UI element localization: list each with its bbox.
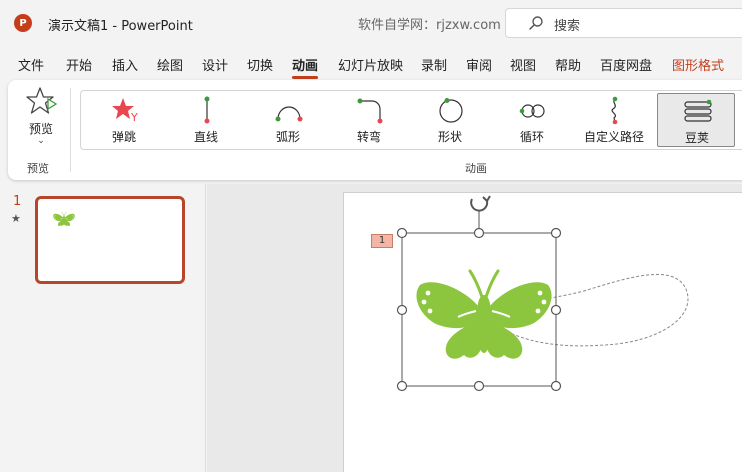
search-box[interactable]: 搜索 bbox=[505, 8, 742, 38]
preview-button[interactable]: 预览 ⌄ bbox=[18, 86, 64, 148]
animation-option-7[interactable]: 自定义路径 bbox=[575, 91, 653, 149]
rotate-handle bbox=[470, 195, 491, 212]
animation-option-5[interactable]: 形状 bbox=[411, 91, 489, 149]
tab-9[interactable]: 录制 bbox=[421, 55, 447, 74]
animation-option-label: 豆荚 bbox=[684, 131, 709, 145]
tab-4[interactable]: 绘图 bbox=[157, 55, 183, 74]
arc-path-icon bbox=[275, 106, 303, 122]
animation-option-label: 自定义路径 bbox=[583, 130, 644, 144]
animation-group-label: 动画 bbox=[465, 162, 487, 175]
tab-14[interactable]: 图形格式 bbox=[672, 55, 724, 74]
tab-10[interactable]: 审阅 bbox=[466, 55, 492, 74]
svg-text:Y: Y bbox=[130, 111, 138, 124]
line-path-icon bbox=[204, 96, 210, 124]
animation-ribbon: 预览 ⌄ 预览 Y 弹跳 直线 弧形 转弯 形状 循环 自定义路径 豆荚 动画 bbox=[8, 80, 742, 180]
animation-option-2[interactable]: 直线 bbox=[167, 91, 245, 149]
tab-12[interactable]: 帮助 bbox=[555, 55, 581, 74]
turn-path-icon bbox=[357, 98, 383, 124]
animation-marker-icon: ★ bbox=[11, 212, 21, 225]
animation-gallery: Y 弹跳 直线 弧形 转弯 形状 循环 自定义路径 豆荚 bbox=[80, 90, 742, 150]
custom-path-icon bbox=[611, 96, 618, 125]
animation-option-label: 转弯 bbox=[356, 130, 381, 144]
slide-editing-canvas: 1 bbox=[207, 184, 742, 472]
ribbon-divider bbox=[70, 88, 71, 172]
tab-2[interactable]: 开始 bbox=[66, 55, 92, 74]
slide-thumbnail-pane: 1 ★ bbox=[0, 184, 206, 472]
preview-star-icon bbox=[26, 87, 58, 114]
animation-option-1[interactable]: Y 弹跳 bbox=[85, 91, 163, 149]
title-bar: P 演示文稿1 - PowerPoint 软件自学网：rjzxw.com 搜索 bbox=[0, 0, 742, 46]
animation-option-label: 弧形 bbox=[275, 130, 300, 144]
tab-1[interactable]: 文件 bbox=[18, 55, 44, 74]
animation-option-label: 直线 bbox=[193, 130, 218, 144]
ribbon-tabs: 文件 开始 插入 绘图 设计 切换 动画 幻灯片放映 录制 审阅 视图 帮助 百度网盘 图形格式 bbox=[0, 50, 742, 79]
search-input[interactable]: 搜索 bbox=[554, 15, 580, 34]
loop-path-icon bbox=[519, 104, 545, 118]
document-title: 演示文稿1 - PowerPoint bbox=[48, 19, 193, 34]
slide-artwork bbox=[396, 195, 689, 392]
tab-8[interactable]: 幻灯片放映 bbox=[338, 55, 403, 74]
slide-thumbnail[interactable] bbox=[35, 196, 185, 284]
animation-option-label: 弹跳 bbox=[111, 130, 136, 144]
animation-option-label: 循环 bbox=[519, 130, 544, 144]
preview-group-label: 预览 bbox=[27, 162, 49, 175]
powerpoint-logo-icon: P bbox=[14, 14, 32, 32]
animation-option-label: 形状 bbox=[437, 130, 462, 144]
tab-11[interactable]: 视图 bbox=[510, 55, 536, 74]
tab-13[interactable]: 百度网盘 bbox=[600, 55, 652, 74]
animation-option-6[interactable]: 循环 bbox=[493, 91, 571, 149]
tab-5[interactable]: 设计 bbox=[202, 55, 228, 74]
butterfly-thumbnail-icon bbox=[52, 211, 76, 227]
site-watermark: 软件自学网：rjzxw.com bbox=[358, 18, 501, 33]
butterfly-shape bbox=[414, 269, 554, 361]
slide-number: 1 bbox=[13, 194, 22, 209]
slide[interactable]: 1 bbox=[343, 192, 742, 472]
animation-option-3[interactable]: 弧形 bbox=[249, 91, 327, 149]
bounce-star-icon: Y bbox=[112, 98, 138, 124]
tab-6[interactable]: 切换 bbox=[247, 55, 273, 74]
search-icon bbox=[529, 16, 543, 30]
animation-option-4[interactable]: 转弯 bbox=[330, 91, 408, 149]
preview-label: 预览 bbox=[28, 122, 53, 136]
animation-option-8[interactable]: 豆荚 bbox=[657, 93, 735, 147]
tab-3[interactable]: 插入 bbox=[112, 55, 138, 74]
tab-7[interactable]: 动画 bbox=[292, 55, 319, 79]
chevron-down-icon[interactable]: ⌄ bbox=[18, 136, 64, 146]
bean-pod-icon bbox=[684, 99, 712, 122]
shape-path-icon bbox=[439, 98, 463, 123]
